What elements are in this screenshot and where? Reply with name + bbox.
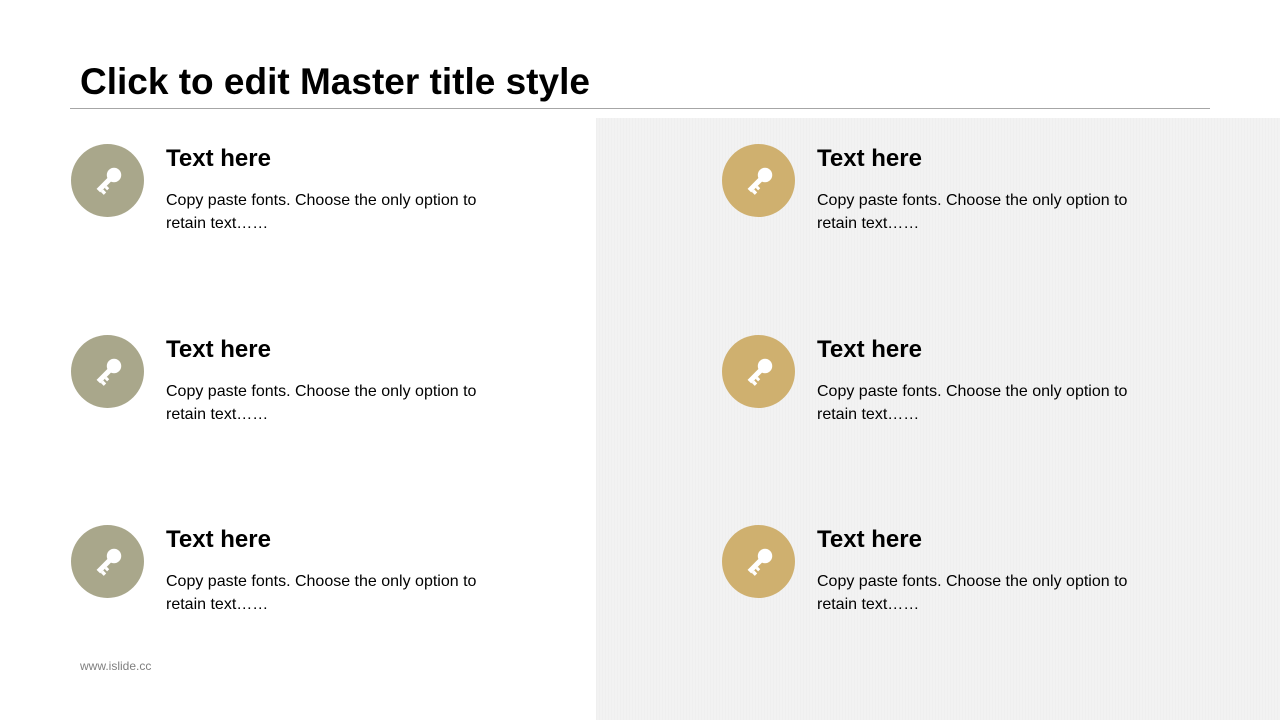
key-icon xyxy=(722,335,795,408)
feature-item-6: Text here Copy paste fonts. Choose the o… xyxy=(722,525,1242,635)
feature-item-5: Text here Copy paste fonts. Choose the o… xyxy=(722,335,1242,445)
title-divider xyxy=(70,108,1210,109)
item-description[interactable]: Copy paste fonts. Choose the only option… xyxy=(817,189,1157,235)
item-heading[interactable]: Text here xyxy=(166,525,271,555)
feature-item-1: Text here Copy paste fonts. Choose the o… xyxy=(71,144,591,254)
key-icon xyxy=(71,525,144,598)
key-icon xyxy=(722,525,795,598)
item-description[interactable]: Copy paste fonts. Choose the only option… xyxy=(817,380,1157,426)
item-heading[interactable]: Text here xyxy=(817,525,922,555)
item-heading[interactable]: Text here xyxy=(166,144,271,174)
item-heading[interactable]: Text here xyxy=(817,144,922,174)
feature-item-4: Text here Copy paste fonts. Choose the o… xyxy=(722,144,1242,254)
slide-title[interactable]: Click to edit Master title style xyxy=(80,60,590,104)
item-description[interactable]: Copy paste fonts. Choose the only option… xyxy=(166,189,506,235)
footer-url: www.islide.cc xyxy=(80,659,152,673)
item-heading[interactable]: Text here xyxy=(817,335,922,365)
key-icon xyxy=(71,335,144,408)
key-icon xyxy=(71,144,144,217)
item-heading[interactable]: Text here xyxy=(166,335,271,365)
key-icon xyxy=(722,144,795,217)
item-description[interactable]: Copy paste fonts. Choose the only option… xyxy=(817,570,1157,616)
item-description[interactable]: Copy paste fonts. Choose the only option… xyxy=(166,570,506,616)
feature-item-3: Text here Copy paste fonts. Choose the o… xyxy=(71,525,591,635)
feature-item-2: Text here Copy paste fonts. Choose the o… xyxy=(71,335,591,445)
item-description[interactable]: Copy paste fonts. Choose the only option… xyxy=(166,380,506,426)
